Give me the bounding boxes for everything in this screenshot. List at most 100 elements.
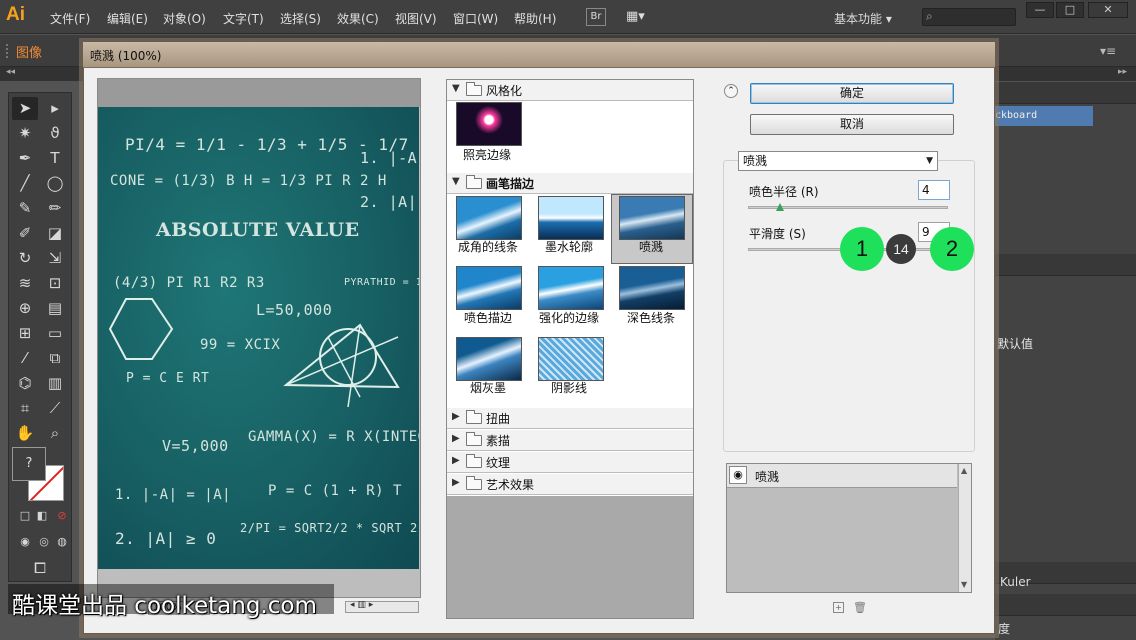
paintbrush-tool-icon[interactable]: ✎ <box>12 197 38 220</box>
folder-icon <box>466 476 482 490</box>
panel-header <box>995 254 1136 276</box>
watermark-text: 酷课堂出品 coolketang.com <box>12 593 317 619</box>
eraser-tool-icon[interactable]: ◪ <box>42 222 68 245</box>
menu-effect[interactable]: 效果(C) <box>337 10 379 27</box>
filter-label: 喷溅 <box>638 240 663 254</box>
fill-stroke-widget[interactable]: ? <box>12 447 68 501</box>
width-tool-icon[interactable]: ≋ <box>12 272 38 295</box>
smoothness-label: 平滑度 (S) <box>749 227 806 241</box>
category-label: 素描 <box>486 434 511 448</box>
arrange-documents-button[interactable]: ▦▾ <box>626 9 654 25</box>
selection-tool-icon[interactable]: ➤ <box>12 97 38 120</box>
pencil-tool-icon[interactable]: ✏ <box>42 197 68 220</box>
maximize-button[interactable]: □ <box>1056 2 1084 18</box>
lasso-tool-icon[interactable]: ϑ <box>42 122 68 145</box>
filter-select[interactable]: 喷溅 ▼ <box>738 151 938 171</box>
artboard-tool-icon[interactable]: ⌗ <box>12 397 38 420</box>
filter-thumbnail-ink-outlines[interactable] <box>538 196 604 240</box>
collapsed-triangle-icon: ▶ <box>452 433 460 444</box>
collapse-browser-icon[interactable]: ⌃ <box>724 84 738 98</box>
mesh-tool-icon[interactable]: ⊞ <box>12 322 38 345</box>
dialog-titlebar[interactable] <box>83 42 995 68</box>
eyedropper-tool-icon[interactable]: ⁄ <box>12 347 38 370</box>
category-label: 风格化 <box>486 84 523 98</box>
grip-handle[interactable] <box>6 44 10 58</box>
menu-object[interactable]: 对象(O) <box>163 10 206 27</box>
artboard-list-item[interactable]: ckboard <box>995 106 1093 126</box>
new-effect-layer-icon[interactable]: + <box>833 602 844 613</box>
filter-thumbnail-accented-edges[interactable] <box>538 266 604 310</box>
category-brush-strokes[interactable]: ▼ 画笔描边 <box>447 173 693 194</box>
layers-scrollbar[interactable]: ▲ ▼ <box>958 464 971 592</box>
blend-tool-icon[interactable]: ⧉ <box>42 347 68 370</box>
menu-window[interactable]: 窗口(W) <box>453 10 498 27</box>
kuler-tab[interactable]: Kuler <box>1000 575 1031 589</box>
scroll-down-icon: ▼ <box>961 580 968 589</box>
category-stylize[interactable]: ▼ 风格化 <box>447 80 693 101</box>
filter-label: 阴影线 <box>550 381 587 395</box>
type-tool-icon[interactable]: T <box>42 147 68 170</box>
scroll-arrows-icon: ◂ ▥ ▸ <box>350 600 374 610</box>
minimize-button[interactable]: — <box>1026 2 1054 18</box>
folder-icon <box>466 432 482 446</box>
cancel-button[interactable]: 取消 <box>750 114 954 135</box>
filter-thumbnail-glowing-edges[interactable] <box>456 102 522 146</box>
category-distort[interactable]: ▶ 扭曲 <box>447 408 693 429</box>
filter-thumbnail-sumi-e[interactable] <box>456 337 522 381</box>
close-button[interactable]: ✕ <box>1088 2 1128 18</box>
perspective-grid-tool-icon[interactable]: ▤ <box>42 297 68 320</box>
menu-help[interactable]: 帮助(H) <box>514 10 556 27</box>
menu-file[interactable]: 文件(F) <box>50 10 90 27</box>
menu-edit[interactable]: 编辑(E) <box>107 10 148 27</box>
category-label: 艺术效果 <box>486 478 535 492</box>
zoom-tool-icon[interactable]: ⌕ <box>42 422 68 445</box>
category-artistic[interactable]: ▶ 艺术效果 <box>447 474 693 495</box>
annotation-marker-1: 1 <box>840 227 884 271</box>
menu-view[interactable]: 视图(V) <box>395 10 437 27</box>
category-texture[interactable]: ▶ 纹理 <box>447 452 693 473</box>
filter-thumbnail-sprayed-strokes[interactable] <box>456 266 522 310</box>
menu-type[interactable]: 文字(T) <box>223 10 264 27</box>
collapse-right-icon[interactable]: ▸▸ <box>1118 67 1127 77</box>
hand-tool-icon[interactable]: ✋ <box>12 422 38 445</box>
filter-thumbnail-crosshatch[interactable] <box>538 337 604 381</box>
blob-brush-tool-icon[interactable]: ✐ <box>12 222 38 245</box>
none-mode-icon[interactable]: ⊘ <box>49 505 75 528</box>
direct-selection-tool-icon[interactable]: ▸ <box>42 97 68 120</box>
control-label: 图像 <box>16 46 43 61</box>
ellipse-tool-icon[interactable]: ◯ <box>42 172 68 195</box>
ok-button[interactable]: 确定 <box>750 83 954 104</box>
line-tool-icon[interactable]: ╱ <box>12 172 38 195</box>
magic-wand-tool-icon[interactable]: ✷ <box>12 122 38 145</box>
preview-scrollbar[interactable]: ◂ ▥ ▸ <box>345 600 419 613</box>
fill-swatch[interactable]: ? <box>12 447 46 481</box>
slice-tool-icon[interactable]: ⟋ <box>42 397 68 420</box>
filter-thumbnail-angled-strokes[interactable] <box>456 196 522 240</box>
workspace-switcher[interactable]: 基本功能 ▾ <box>834 10 892 27</box>
eye-icon[interactable]: ◉ <box>729 466 747 484</box>
screen-mode-icon[interactable]: ⧠ <box>27 557 53 580</box>
shape-builder-tool-icon[interactable]: ⊕ <box>12 297 38 320</box>
column-graph-tool-icon[interactable]: ▥ <box>42 372 68 395</box>
collapsed-triangle-icon: ▶ <box>452 411 460 422</box>
bridge-button[interactable]: Br <box>586 8 606 26</box>
collapse-left-icon[interactable]: ◂◂ <box>6 67 15 77</box>
category-sketch[interactable]: ▶ 素描 <box>447 430 693 451</box>
search-input[interactable]: ⌕ <box>922 8 1016 26</box>
spray-radius-slider-knob[interactable] <box>776 203 784 211</box>
preview-image[interactable]: PI/4 = 1/1 - 1/3 + 1/5 - 1/7 + ... 1. |-… <box>98 107 419 569</box>
trash-icon[interactable]: 🗑 <box>853 601 867 614</box>
panel-menu-icon[interactable]: ▾≡ <box>1100 44 1116 58</box>
draw-inside-icon[interactable]: ◍ <box>49 531 75 554</box>
rotate-tool-icon[interactable]: ↻ <box>12 247 38 270</box>
scale-tool-icon[interactable]: ⇲ <box>42 247 68 270</box>
filter-thumbnail-dark-strokes[interactable] <box>619 266 685 310</box>
filter-thumbnail-spatter[interactable] <box>619 196 685 240</box>
free-transform-tool-icon[interactable]: ⊡ <box>42 272 68 295</box>
gradient-tool-icon[interactable]: ▭ <box>42 322 68 345</box>
spray-radius-input[interactable]: 4 <box>918 180 950 200</box>
pen-tool-icon[interactable]: ✒ <box>12 147 38 170</box>
chalk-text: L=50,000 <box>256 301 333 319</box>
menu-select[interactable]: 选择(S) <box>280 10 321 27</box>
symbol-sprayer-tool-icon[interactable]: ⌬ <box>12 372 38 395</box>
